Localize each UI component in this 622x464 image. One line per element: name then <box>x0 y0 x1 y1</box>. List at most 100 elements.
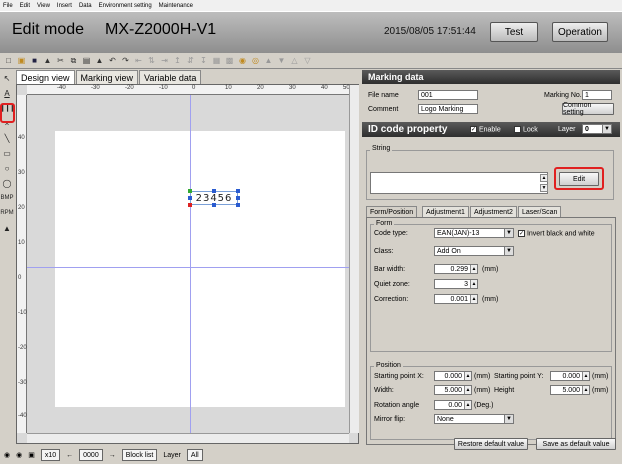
height-input[interactable]: 5.000 ▲ <box>550 385 590 395</box>
fit-icon[interactable]: ▣ <box>28 451 35 459</box>
redo-icon[interactable]: ↷ <box>120 55 131 66</box>
paste-icon[interactable]: ▤ <box>81 55 92 66</box>
transfer-icon[interactable]: ▲ <box>42 55 53 66</box>
menu-insert[interactable]: Insert <box>57 3 72 9</box>
zoom-in-icon[interactable]: ◉ <box>4 451 10 459</box>
selection-handle[interactable] <box>188 196 192 200</box>
code-type-select[interactable]: EAN(JAN)-13 ▼ <box>434 228 514 238</box>
spinner-icon[interactable]: ▲ <box>470 265 477 273</box>
invert-checkbox[interactable]: ✓ Invert black and white <box>518 230 595 237</box>
selection-handle[interactable] <box>212 189 216 193</box>
align-center-icon[interactable]: ⇅ <box>146 55 157 66</box>
zoom-out-icon[interactable]: ◉ <box>16 451 22 459</box>
spinner-icon[interactable]: ▲ <box>464 401 471 409</box>
lock-icon[interactable]: ◉ <box>237 55 248 66</box>
bring-forward-icon[interactable]: △ <box>289 55 300 66</box>
copy-icon[interactable]: ⧉ <box>68 55 79 66</box>
save-icon[interactable]: ■ <box>29 55 40 66</box>
scroll-up-icon[interactable]: ▲ <box>540 174 548 182</box>
lock-checkbox[interactable]: Lock <box>514 125 538 133</box>
next-arrow-icon[interactable]: → <box>109 452 116 459</box>
rpm-icon[interactable]: RPM <box>0 207 13 219</box>
test-button[interactable]: Test <box>490 22 538 42</box>
width-input[interactable]: 5.000 ▲ <box>434 385 472 395</box>
common-setting-button[interactable]: Common setting <box>562 102 614 116</box>
tab-marking-view[interactable]: Marking view <box>75 70 139 84</box>
select-arrow-icon[interactable]: ↖ <box>1 72 13 84</box>
start-x-input[interactable]: 0.000 ▲ <box>434 371 472 381</box>
selection-handle[interactable] <box>188 189 192 193</box>
import-icon[interactable]: ▲ <box>1 222 13 234</box>
tab-laser-scan[interactable]: Laser/Scan <box>518 206 562 217</box>
scroll-down-icon[interactable]: ▼ <box>540 184 548 192</box>
delete-icon[interactable]: ▲ <box>94 55 105 66</box>
menu-view[interactable]: View <box>37 3 50 9</box>
unlock-icon[interactable]: ◎ <box>250 55 261 66</box>
align-right-icon[interactable]: ⇥ <box>159 55 170 66</box>
selection-handle[interactable] <box>236 203 240 207</box>
position-field[interactable]: 0000 <box>79 449 103 461</box>
layer-select[interactable]: 0 ▼ <box>582 124 612 134</box>
menu-data[interactable]: Data <box>79 3 92 9</box>
menu-environment-setting[interactable]: Environment setting <box>99 3 152 9</box>
start-y-input[interactable]: 0.000 ▲ <box>550 371 590 381</box>
block-list-button[interactable]: Block list <box>121 449 158 461</box>
tab-form-position[interactable]: Form/Position <box>366 206 418 217</box>
cut-icon[interactable]: ✂ <box>55 55 66 66</box>
layer-select[interactable]: All <box>186 449 203 461</box>
menu-edit[interactable]: Edit <box>20 3 30 9</box>
rotation-input[interactable]: 0.00 ▲ <box>434 400 472 410</box>
tab-adjustment2[interactable]: Adjustment2 <box>470 206 517 217</box>
send-backward-icon[interactable]: ▽ <box>302 55 313 66</box>
spinner-icon[interactable]: ▲ <box>464 372 471 380</box>
restore-default-button[interactable]: Restore default value <box>454 438 528 450</box>
ungroup-icon[interactable]: ▩ <box>224 55 235 66</box>
mirror-flip-select[interactable]: None ▼ <box>434 414 514 424</box>
bmp-icon[interactable]: BMP <box>1 192 14 204</box>
string-input[interactable] <box>370 172 548 194</box>
design-canvas[interactable]: -40 -30 -20 -10 0 10 20 30 40 50 40 30 2… <box>16 84 359 444</box>
spinner-icon[interactable]: ▲ <box>582 372 589 380</box>
file-name-input[interactable]: 001 <box>418 90 478 100</box>
new-file-icon[interactable]: □ <box>3 55 14 66</box>
menu-maintenance[interactable]: Maintenance <box>159 3 193 9</box>
quiet-zone-input[interactable]: 3 ▲ <box>434 279 478 289</box>
prev-arrow-icon[interactable]: ← <box>66 452 73 459</box>
polygon-icon[interactable]: ◯ <box>1 177 13 189</box>
spinner-icon[interactable]: ▲ <box>582 386 589 394</box>
comment-input[interactable]: Logo Marking <box>418 104 478 114</box>
align-top-icon[interactable]: ↥ <box>172 55 183 66</box>
enable-checkbox[interactable]: ✓ Enable <box>470 125 501 133</box>
align-middle-icon[interactable]: ⇵ <box>185 55 196 66</box>
bar-width-input[interactable]: 0.299 ▲ <box>434 264 478 274</box>
undo-icon[interactable]: ↶ <box>107 55 118 66</box>
circle-icon[interactable]: ○ <box>1 162 13 174</box>
align-bottom-icon[interactable]: ↧ <box>198 55 209 66</box>
spinner-icon[interactable]: ▲ <box>470 280 477 288</box>
line-icon[interactable]: ╲ <box>1 132 13 144</box>
spinner-icon[interactable]: ▲ <box>464 386 471 394</box>
open-folder-icon[interactable]: ▣ <box>16 55 27 66</box>
align-left-icon[interactable]: ⇤ <box>133 55 144 66</box>
selection-handle[interactable] <box>188 203 192 207</box>
save-default-button[interactable]: Save as default value <box>536 438 616 450</box>
selection-handle[interactable] <box>236 196 240 200</box>
vertical-scrollbar[interactable] <box>349 85 359 433</box>
marking-no-input[interactable]: 1 <box>582 90 612 100</box>
selection-handle[interactable] <box>236 189 240 193</box>
menu-file[interactable]: File <box>3 3 13 9</box>
order-front-icon[interactable]: ▲ <box>263 55 274 66</box>
a-text-icon[interactable]: A <box>1 87 13 99</box>
horizontal-scrollbar[interactable] <box>27 433 349 443</box>
spinner-icon[interactable]: ▲ <box>470 295 477 303</box>
rectangle-icon[interactable]: ▭ <box>1 147 13 159</box>
operation-button[interactable]: Operation <box>552 22 608 42</box>
tab-design-view[interactable]: Design view <box>16 70 75 84</box>
correction-input[interactable]: 0.001 ▲ <box>434 294 478 304</box>
tab-variable-data[interactable]: Variable data <box>139 70 202 84</box>
order-back-icon[interactable]: ▼ <box>276 55 287 66</box>
group-icon[interactable]: ▦ <box>211 55 222 66</box>
tab-adjustment1[interactable]: Adjustment1 <box>422 206 469 217</box>
class-select[interactable]: Add On ▼ <box>434 246 514 256</box>
zoom-select[interactable]: x10 <box>40 449 61 461</box>
